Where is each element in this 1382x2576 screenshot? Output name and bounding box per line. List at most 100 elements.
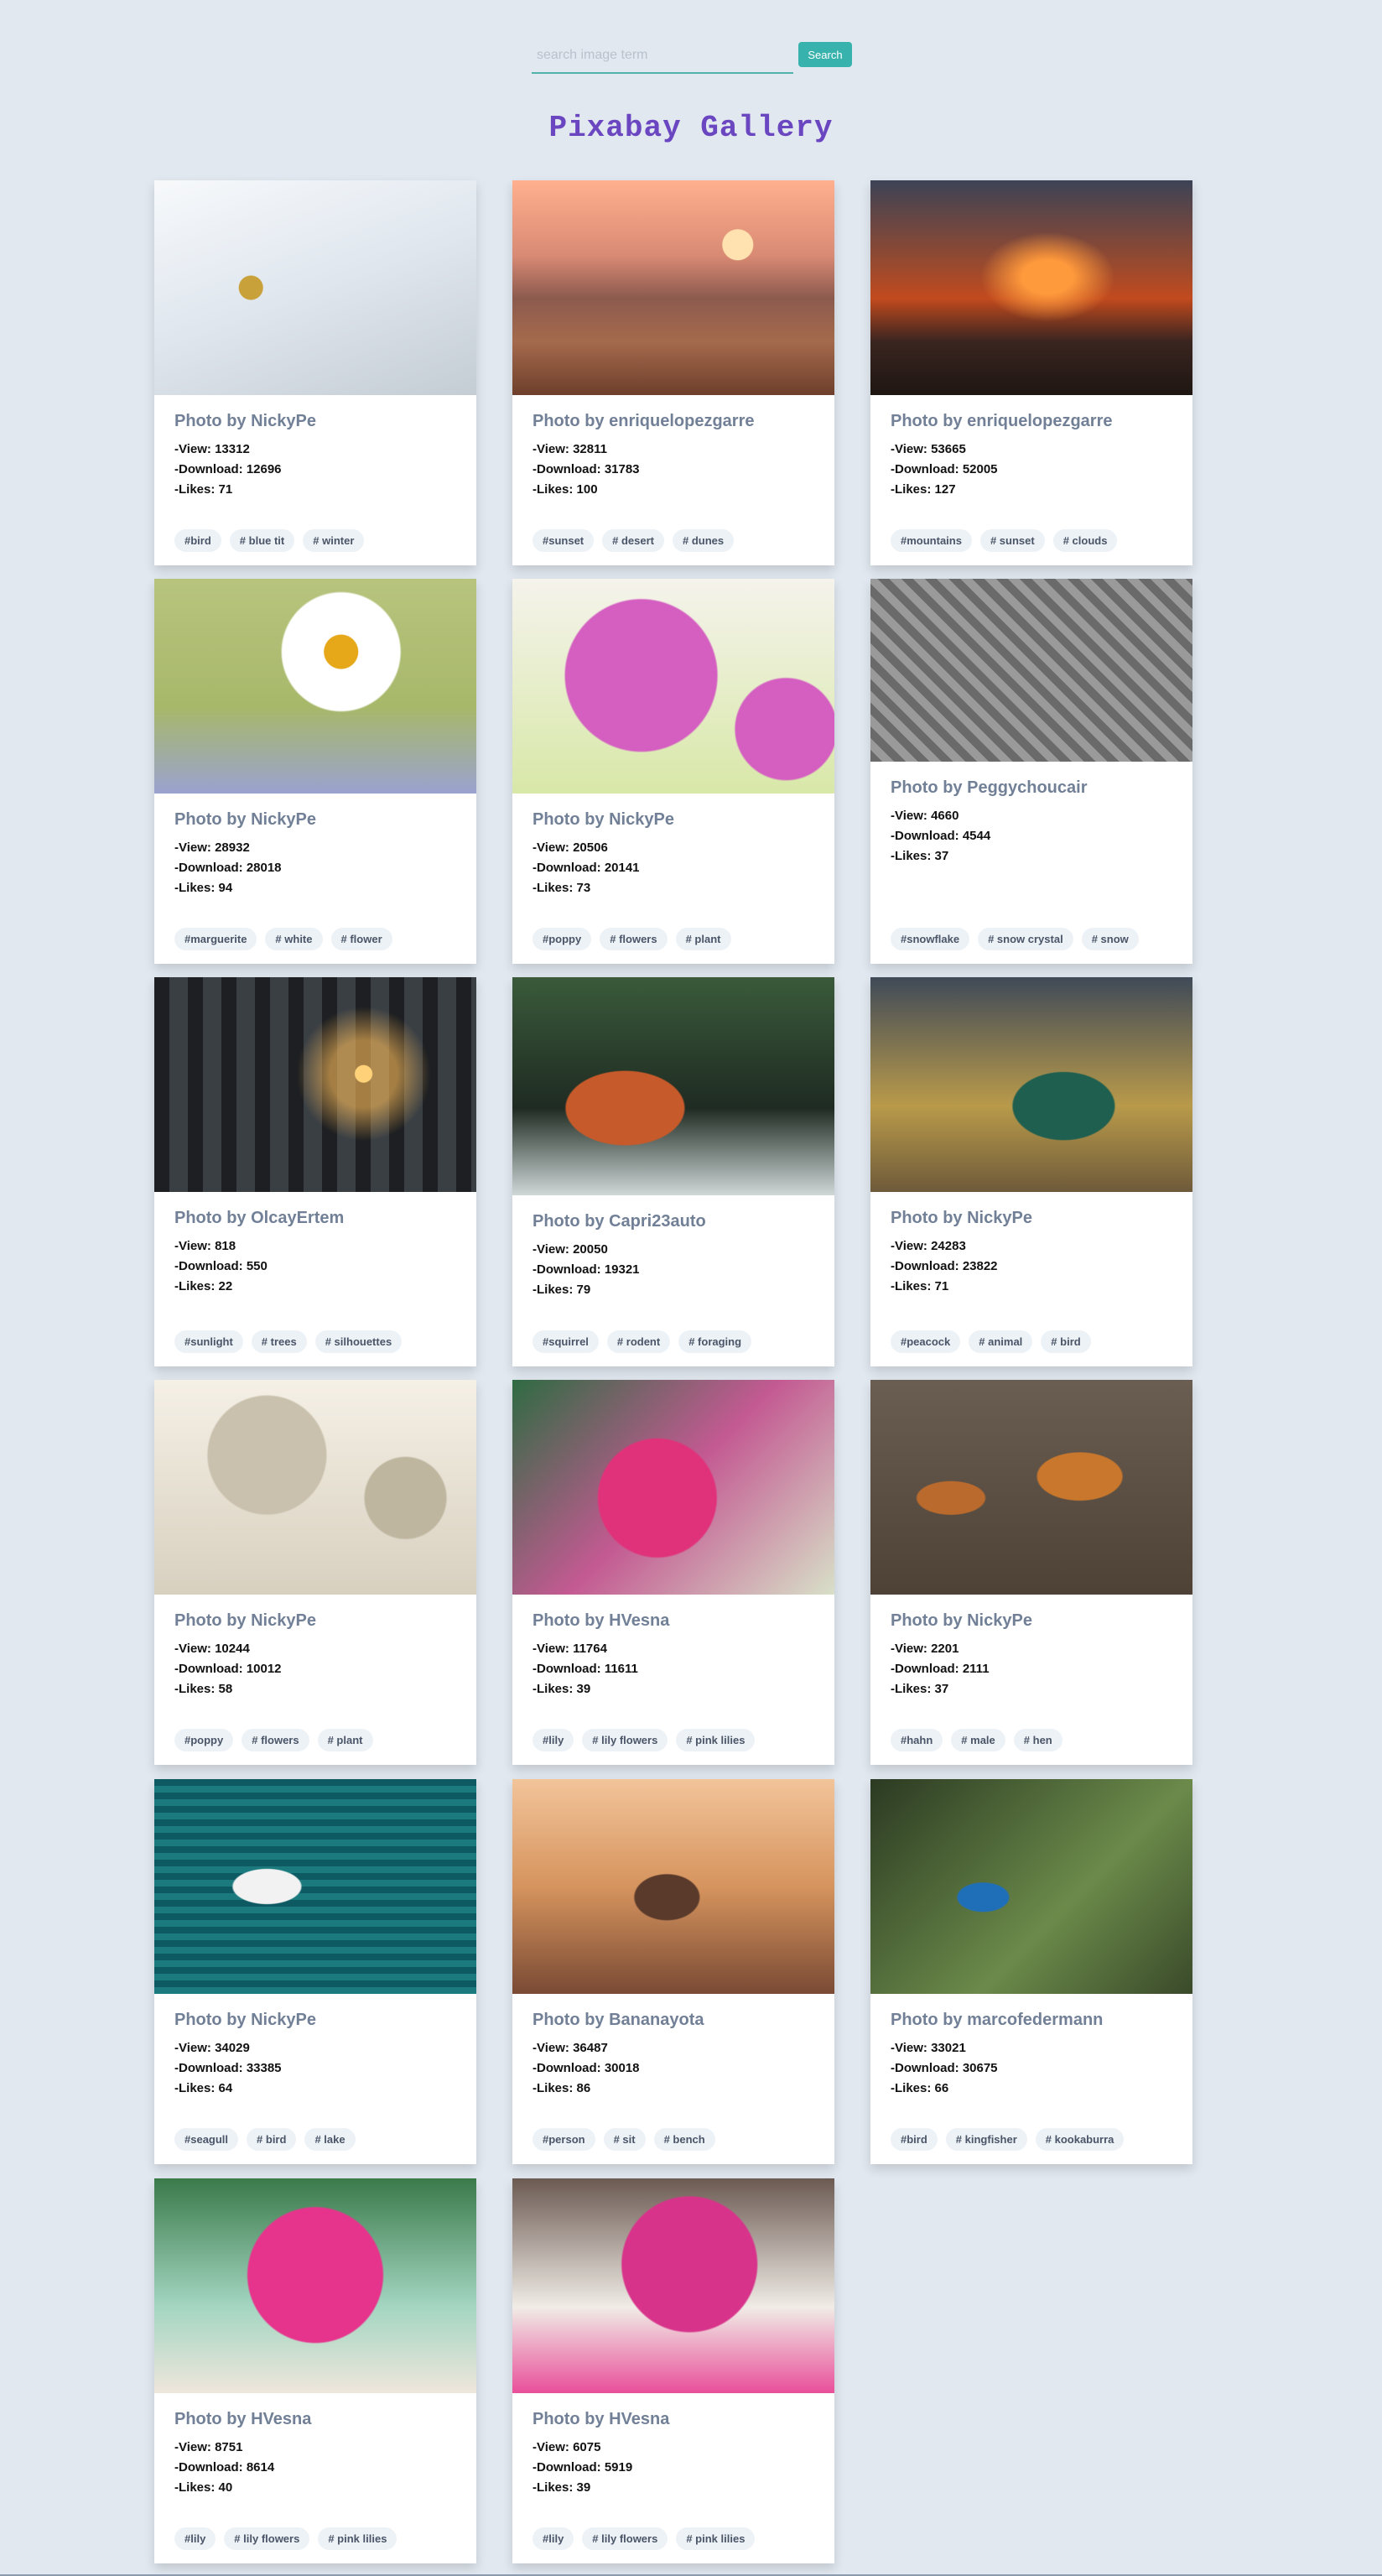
tag-chip[interactable]: #bird (174, 529, 221, 552)
tag-chip[interactable]: # bird (1041, 1330, 1091, 1353)
tag-chip[interactable]: #poppy (174, 1729, 234, 1751)
tag-chip[interactable]: # silhouettes (314, 1330, 403, 1353)
tag-chip[interactable]: # clouds (1052, 529, 1118, 552)
tag-chip[interactable]: # hen (1013, 1729, 1062, 1751)
photo-image[interactable] (154, 2178, 476, 2393)
search-button[interactable]: Search (798, 42, 852, 67)
tag-chip[interactable]: # male (951, 1729, 1005, 1751)
photo-image[interactable] (870, 1380, 1192, 1595)
tag-chip[interactable]: # lake (304, 2128, 356, 2151)
tag-chip[interactable]: #bird (891, 2128, 938, 2151)
photo-image[interactable] (512, 2178, 834, 2393)
tag-chip[interactable]: #sunset (533, 529, 595, 552)
photo-card[interactable]: Photo by HVesna -View: 11764 -Download: 11… (512, 1380, 834, 1765)
tag-chip[interactable]: # bird (247, 2128, 297, 2151)
tag-chip[interactable]: # desert (602, 529, 665, 552)
photo-card[interactable]: Photo by marcofedermann -View: 33021 -Down… (870, 1779, 1192, 2164)
tag-chip[interactable]: #squirrel (533, 1330, 599, 1353)
search-input[interactable] (532, 39, 793, 74)
tag-chip[interactable]: #lily (533, 1729, 574, 1751)
card-body: Photo by HVesna -View: 11764 -Download: 11… (512, 1611, 834, 1699)
tag-chip[interactable]: #seagull (174, 2128, 239, 2151)
tag-chip[interactable]: # dunes (673, 529, 735, 552)
tag-chip[interactable]: # flowers (600, 928, 668, 950)
photo-image[interactable] (512, 1779, 834, 1994)
tag-chip[interactable]: #person (533, 2128, 595, 2151)
photo-image[interactable] (870, 1779, 1192, 1994)
tag-chip[interactable]: # pink lilies (676, 2527, 756, 2550)
stat-views: -View: 818 (174, 1239, 236, 1253)
photo-image[interactable] (512, 977, 834, 1195)
photo-image[interactable] (870, 180, 1192, 395)
tag-chip[interactable]: # white (265, 928, 323, 950)
tag-chip[interactable]: # snow (1081, 928, 1139, 950)
stat-downloads: -Download: 31783 (533, 462, 640, 476)
photo-card[interactable]: Photo by enriquelopezgarre -View: 53665 -D… (870, 180, 1192, 565)
tag-chip[interactable]: #peacock (891, 1330, 961, 1353)
photo-image[interactable] (870, 579, 1192, 762)
photo-card[interactable]: Photo by NickyPe -View: 2201 -Download: 21… (870, 1380, 1192, 1765)
photo-card[interactable]: Photo by HVesna -View: 8751 -Download: 861… (154, 2178, 476, 2563)
tag-chip[interactable]: #hahn (891, 1729, 943, 1751)
tag-chip[interactable]: #lily (174, 2527, 216, 2550)
photo-image[interactable] (154, 579, 476, 794)
photo-card[interactable]: Photo by NickyPe -View: 24283 -Download: 2… (870, 977, 1192, 1366)
photo-card[interactable]: Photo by NickyPe -View: 20506 -Download: 2… (512, 579, 834, 964)
photo-image[interactable] (154, 977, 476, 1192)
stat-views: -View: 53665 (891, 442, 966, 456)
photo-card[interactable]: Photo by Capri23auto -View: 20050 -Downloa… (512, 977, 834, 1366)
tag-chip[interactable]: #sunlight (174, 1330, 243, 1353)
tag-chip[interactable]: # pink lilies (318, 2527, 397, 2550)
tag-chip[interactable]: #lily (533, 2527, 574, 2550)
tag-chip[interactable]: #mountains (891, 529, 972, 552)
stat-views: -View: 20050 (533, 1242, 608, 1257)
stat-views: -View: 32811 (533, 442, 607, 456)
tag-chip[interactable]: # blue tit (229, 529, 295, 552)
photo-image[interactable] (512, 180, 834, 395)
tag-chip[interactable]: # snow crystal (978, 928, 1073, 950)
stat-views: -View: 4660 (891, 809, 959, 823)
tag-chip[interactable]: # kingfisher (945, 2128, 1027, 2151)
tag-chip[interactable]: # plant (317, 1729, 373, 1751)
photo-card[interactable]: Photo by NickyPe -View: 34029 -Download: 3… (154, 1779, 476, 2164)
photo-card[interactable]: Photo by HVesna -View: 6075 -Download: 591… (512, 2178, 834, 2563)
tag-chip[interactable]: #poppy (533, 928, 592, 950)
stat-views: -View: 28932 (174, 840, 250, 855)
tag-list: #hahn # male # hen (891, 1729, 1062, 1751)
tag-chip[interactable]: # foraging (678, 1330, 752, 1353)
stat-likes: -Likes: 73 (533, 881, 591, 895)
photo-card[interactable]: Photo by OlcayErtem -View: 818 -Download: … (154, 977, 476, 1366)
tag-chip[interactable]: # winter (303, 529, 365, 552)
photo-image[interactable] (154, 180, 476, 395)
tag-chip[interactable]: # lily flowers (224, 2527, 310, 2550)
photo-image[interactable] (512, 579, 834, 794)
photo-image[interactable] (512, 1380, 834, 1595)
photo-card[interactable]: Photo by Bananayota -View: 36487 -Download… (512, 1779, 834, 2164)
tag-chip[interactable]: # plant (675, 928, 731, 950)
photo-card[interactable]: Photo by enriquelopezgarre -View: 32811 -D… (512, 180, 834, 565)
photo-image[interactable] (154, 1380, 476, 1595)
tag-chip[interactable]: # lily flowers (582, 2527, 668, 2550)
card-body: Photo by Capri23auto -View: 20050 -Downloa… (512, 1212, 834, 1300)
tag-chip[interactable]: # trees (251, 1330, 307, 1353)
tag-chip[interactable]: # flowers (242, 1729, 309, 1751)
tag-chip[interactable]: # rodent (606, 1330, 671, 1353)
tag-chip[interactable]: # flower (330, 928, 392, 950)
photo-card[interactable]: Photo by NickyPe -View: 10244 -Download: 1… (154, 1380, 476, 1765)
card-body: Photo by OlcayErtem -View: 818 -Download: … (154, 1209, 476, 1297)
tag-chip[interactable]: # bench (653, 2128, 715, 2151)
tag-chip[interactable]: # sunset (979, 529, 1045, 552)
tag-chip[interactable]: # kookaburra (1035, 2128, 1125, 2151)
photo-card[interactable]: Photo by Peggychoucair -View: 4660 -Downlo… (870, 579, 1192, 964)
tag-chip[interactable]: # pink lilies (676, 1729, 756, 1751)
tag-chip[interactable]: # sit (603, 2128, 646, 2151)
tag-list: #peacock # animal # bird (891, 1330, 1091, 1353)
photo-card[interactable]: Photo by NickyPe -View: 28932 -Download: 2… (154, 579, 476, 964)
photo-card[interactable]: Photo by NickyPe -View: 13312 -Download: 1… (154, 180, 476, 565)
tag-chip[interactable]: #snowflake (891, 928, 970, 950)
photo-image[interactable] (154, 1779, 476, 1994)
tag-chip[interactable]: # lily flowers (582, 1729, 668, 1751)
photo-image[interactable] (870, 977, 1192, 1192)
tag-chip[interactable]: # animal (969, 1330, 1033, 1353)
tag-chip[interactable]: #marguerite (174, 928, 257, 950)
